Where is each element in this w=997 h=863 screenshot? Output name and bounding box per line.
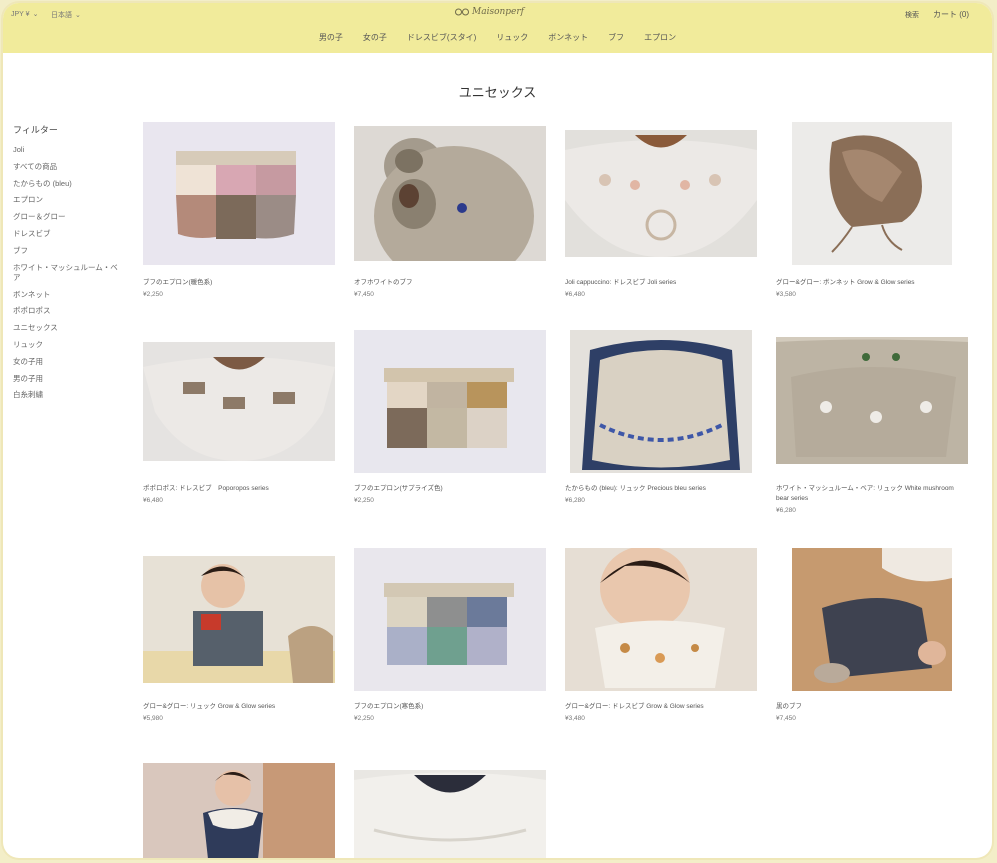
product-price: ¥7,450 xyxy=(354,291,374,298)
filter-item[interactable]: ブフ xyxy=(13,243,123,260)
product-price: ¥6,280 xyxy=(565,497,585,504)
product-name[interactable]: ブフのエプロン(寒色系) xyxy=(354,702,546,712)
apron-image xyxy=(176,151,296,239)
product-image[interactable] xyxy=(792,122,952,265)
chevron-down-icon: ⌄ xyxy=(75,12,81,19)
site-logo[interactable]: Maisonperf xyxy=(455,7,524,17)
product-name[interactable]: グロー&グロー: ボンネット Grow & Glow series xyxy=(776,278,968,288)
main-nav: 男の子 女の子 ドレスビブ(スタイ) リュック ボンネット ブフ エプロン xyxy=(3,32,992,43)
product-name[interactable]: グロー&グロー: ドレスビブ Grow & Glow series xyxy=(565,702,757,712)
product-name[interactable]: ホワイト・マッシュルーム・ベア: リュック White mushroom bea… xyxy=(776,484,968,503)
filter-item[interactable]: ポポロポス xyxy=(13,303,123,320)
nav-item-boys[interactable]: 男の子 xyxy=(319,32,343,43)
product-price: ¥6,480 xyxy=(143,497,163,504)
filter-title: フィルター xyxy=(13,125,58,135)
product-price: ¥5,980 xyxy=(143,715,163,722)
product-name[interactable]: 黒のブフ xyxy=(776,702,968,712)
product-price: ¥2,250 xyxy=(354,497,374,504)
filter-item[interactable]: 男の子用 xyxy=(13,371,123,388)
product-image[interactable] xyxy=(354,126,546,261)
product-name[interactable]: ブフのエプロン(サプライズ色) xyxy=(354,484,546,494)
teddy-bear-image xyxy=(374,138,534,261)
backpack-image xyxy=(776,339,968,464)
filter-item[interactable]: ボンネット xyxy=(13,287,123,304)
filter-item[interactable]: ドレスビブ xyxy=(13,226,123,243)
language-label: 日本語 xyxy=(51,12,72,19)
product-name[interactable]: たからもの (bleu): リュック Precious bleu series xyxy=(565,484,757,494)
currency-label: JPY ¥ xyxy=(11,11,30,18)
product-price: ¥7,450 xyxy=(776,715,796,722)
horse-bib-image xyxy=(143,357,335,461)
cart-link[interactable]: カート (0) xyxy=(933,9,969,20)
dress-bib-image xyxy=(354,772,546,858)
logo-text: Maisonperf xyxy=(472,7,525,17)
page-title: ユニセックス xyxy=(458,85,537,100)
dress-bib-image xyxy=(565,135,757,257)
product-price: ¥6,280 xyxy=(776,507,796,514)
currency-selector[interactable]: JPY ¥ ⌄ xyxy=(11,10,38,18)
backpack-image xyxy=(582,340,740,470)
filter-item[interactable]: たからもの (bleu) xyxy=(13,176,123,193)
filter-item[interactable]: グロー＆グロー xyxy=(13,209,123,226)
glasses-logo-icon xyxy=(455,8,469,16)
language-selector[interactable]: 日本語 ⌄ xyxy=(51,10,81,20)
product-name[interactable]: Joli cappuccino: ドレスビブ Joli series xyxy=(565,278,757,288)
product-image[interactable] xyxy=(792,548,952,691)
product-name[interactable]: オフホワイトのブフ xyxy=(354,278,546,288)
baby-photo-image xyxy=(595,548,725,688)
baby-photo-image xyxy=(143,564,335,683)
filter-item[interactable]: 女の子用 xyxy=(13,354,123,371)
apron-image xyxy=(384,583,514,665)
product-image[interactable] xyxy=(776,337,968,464)
product-price: ¥6,480 xyxy=(565,291,585,298)
nav-item-apron[interactable]: エプロン xyxy=(644,32,676,43)
product-price: ¥2,250 xyxy=(354,715,374,722)
product-image[interactable] xyxy=(143,556,335,683)
page-frame: JPY ¥ ⌄ 日本語 ⌄ Maisonperf 検索 カート (0) 男の子 女の… xyxy=(3,3,992,858)
filter-item[interactable]: エプロン xyxy=(13,192,123,209)
product-image[interactable] xyxy=(565,130,757,257)
product-price: ¥2,250 xyxy=(143,291,163,298)
nav-item-girls[interactable]: 女の子 xyxy=(363,32,387,43)
product-name[interactable]: ブフのエプロン(暖色系) xyxy=(143,278,335,288)
nav-item-backpack[interactable]: リュック xyxy=(496,32,528,43)
filter-sidebar: フィルター Joli すべての商品 たからもの (bleu) エプロン グロー＆… xyxy=(13,123,123,404)
filter-item[interactable]: ホワイト・マッシュルーム・ベア xyxy=(13,260,123,287)
product-image[interactable] xyxy=(143,122,335,265)
filter-item[interactable]: すべての商品 xyxy=(13,159,123,176)
bonnet-image xyxy=(829,135,922,253)
filter-item[interactable]: Joli xyxy=(13,142,123,159)
nav-item-bonnet[interactable]: ボンネット xyxy=(548,32,588,43)
product-price: ¥3,580 xyxy=(776,291,796,298)
apron-image xyxy=(384,368,514,448)
search-link[interactable]: 検索 xyxy=(905,10,919,20)
site-header: JPY ¥ ⌄ 日本語 ⌄ Maisonperf 検索 カート (0) 男の子 女の… xyxy=(3,3,992,53)
product-image[interactable] xyxy=(143,763,335,858)
nav-item-dress-bib[interactable]: ドレスビブ(スタイ) xyxy=(407,32,476,43)
filter-item[interactable]: 白糸刺繍 xyxy=(13,387,123,404)
product-price: ¥3,480 xyxy=(565,715,585,722)
product-name[interactable]: グロー&グロー: リュック Grow & Glow series xyxy=(143,702,335,712)
product-name[interactable]: ポポロポス: ドレスビブ Poporopos series xyxy=(143,484,335,494)
product-image[interactable] xyxy=(354,330,546,473)
product-image[interactable] xyxy=(143,342,335,461)
product-image[interactable] xyxy=(354,548,546,691)
filter-item[interactable]: リュック xyxy=(13,337,123,354)
product-image[interactable] xyxy=(570,330,752,473)
nav-item-bouf[interactable]: ブフ xyxy=(608,32,624,43)
filter-item[interactable]: ユニセックス xyxy=(13,320,123,337)
product-image[interactable] xyxy=(354,770,546,858)
baby-photo-image xyxy=(792,548,952,691)
product-image[interactable] xyxy=(565,548,757,691)
chevron-down-icon: ⌄ xyxy=(32,11,39,18)
baby-photo-image xyxy=(203,763,335,858)
